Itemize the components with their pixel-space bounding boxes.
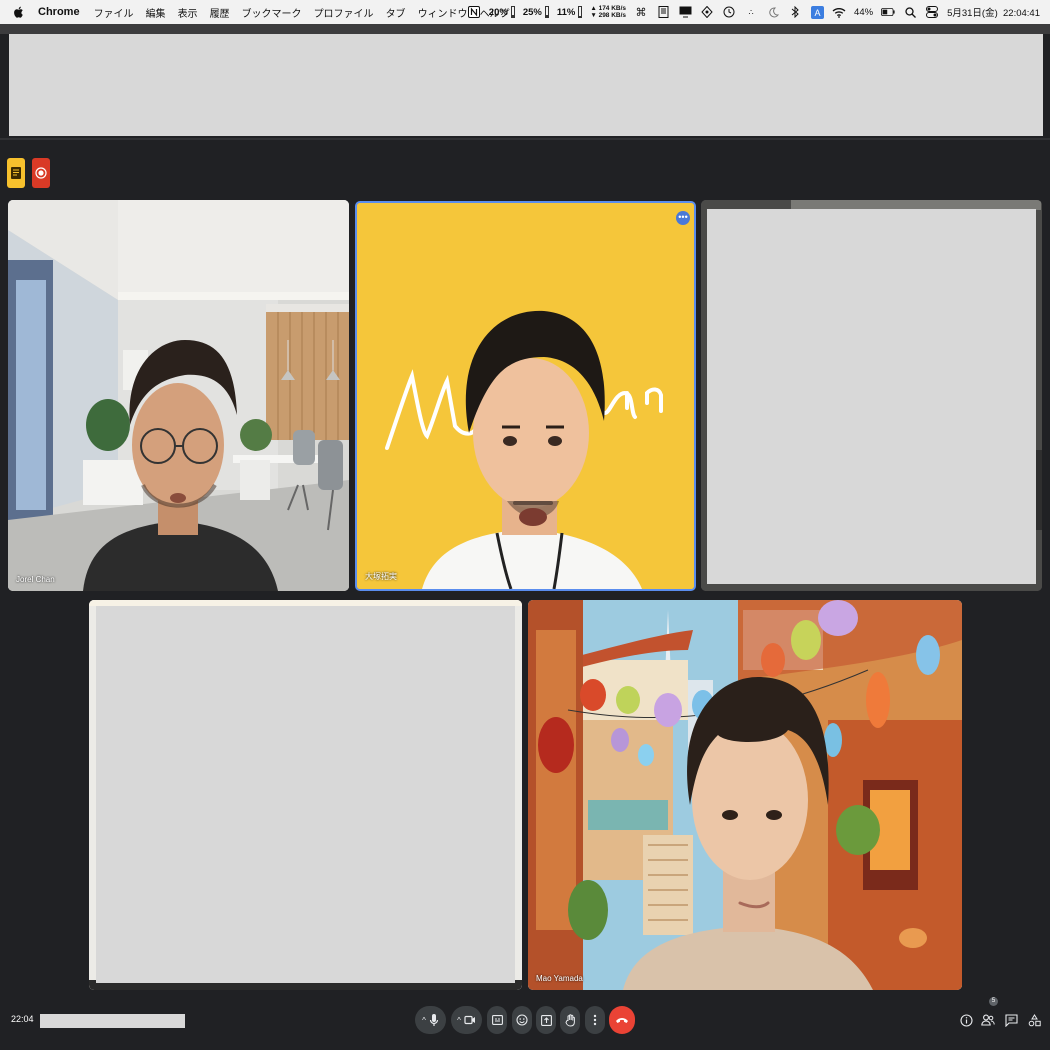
participant-video-5 bbox=[528, 600, 962, 990]
window-titlebar bbox=[0, 24, 1050, 34]
dots-icon[interactable]: ∴ bbox=[744, 5, 758, 19]
participant-tile-1[interactable]: Jorel Chan bbox=[8, 200, 349, 591]
recording-button[interactable] bbox=[32, 158, 50, 188]
participant-video-1 bbox=[8, 200, 349, 591]
document-icon[interactable] bbox=[656, 5, 670, 19]
command-icon[interactable]: ⌘ bbox=[634, 5, 648, 19]
captions-icon bbox=[491, 1015, 503, 1025]
activities-icon bbox=[1028, 1013, 1041, 1026]
disk-value: 11% bbox=[556, 6, 576, 18]
navigation-icon[interactable] bbox=[700, 5, 714, 19]
people-icon bbox=[981, 1014, 995, 1026]
menu-view[interactable]: 表示 bbox=[178, 5, 198, 20]
more-icon bbox=[593, 1014, 597, 1026]
info-icon bbox=[959, 1013, 973, 1027]
participant-tile-5[interactable]: Mao Yamada bbox=[528, 600, 962, 990]
redacted-browser-header bbox=[9, 34, 1043, 136]
net-up: ▲ 174 KB/s bbox=[590, 5, 627, 12]
disk-bar bbox=[578, 6, 583, 18]
raise-hand-icon bbox=[564, 1013, 575, 1027]
app-name[interactable]: Chrome bbox=[38, 6, 80, 18]
mic-icon bbox=[429, 1014, 438, 1026]
control-center-icon[interactable] bbox=[925, 5, 939, 19]
tile-more-options-button[interactable]: ••• bbox=[676, 211, 690, 225]
participant-tile-3[interactable] bbox=[701, 200, 1042, 591]
notes-icon bbox=[11, 167, 21, 179]
reactions-button[interactable] bbox=[512, 1006, 532, 1034]
menu-bookmarks[interactable]: ブックマーク bbox=[242, 5, 302, 20]
captions-button[interactable] bbox=[487, 1006, 507, 1034]
microphone-toggle[interactable]: ^ bbox=[415, 1006, 446, 1034]
people-button[interactable] bbox=[980, 1012, 996, 1028]
menu-bar: Chrome ファイル 編集 表示 履歴 ブックマーク プロファイル タブ ウィ… bbox=[0, 0, 1050, 24]
participant-tile-4[interactable] bbox=[89, 600, 522, 990]
meeting-details-button[interactable] bbox=[958, 1012, 974, 1028]
notion-icon[interactable] bbox=[467, 5, 481, 19]
participant-name-1: Jorel Chan bbox=[16, 575, 55, 584]
participant-name-2: 大塚拓実 bbox=[365, 572, 397, 581]
network-stat[interactable]: ▲ 174 KB/s ▼ 298 KB/s bbox=[590, 5, 626, 19]
cpu-bar bbox=[510, 6, 515, 18]
mic-options-caret-icon[interactable]: ^ bbox=[422, 1016, 426, 1025]
record-icon bbox=[35, 167, 47, 179]
input-source-icon[interactable]: A bbox=[810, 5, 824, 19]
menu-extras: 20% 25% 11% ▲ 174 KB/s ▼ 298 KB/s ⌘ ∴ A 4… bbox=[467, 0, 1040, 24]
menu-window[interactable]: ウィンドウ bbox=[418, 5, 468, 20]
meeting-clock: 22:04 bbox=[11, 1014, 34, 1024]
camera-icon bbox=[464, 1015, 475, 1025]
redacted-video-4 bbox=[96, 606, 515, 983]
participant-name-5: Mao Yamada bbox=[536, 974, 583, 983]
memory-bar bbox=[544, 6, 549, 18]
redacted-video-3 bbox=[707, 209, 1036, 584]
memory-value: 25% bbox=[522, 6, 542, 18]
disk-stat[interactable]: 11% bbox=[557, 6, 583, 18]
svg-text:A: A bbox=[814, 8, 820, 18]
menu-clock[interactable]: 5月31日(金) 22:04:41 bbox=[947, 5, 1040, 19]
battery-icon[interactable] bbox=[881, 5, 895, 19]
wifi-icon[interactable] bbox=[832, 5, 846, 19]
participant-tile-2[interactable]: ••• 大塚拓実 bbox=[355, 201, 696, 591]
cpu-stat[interactable]: 20% bbox=[489, 6, 515, 18]
present-screen-button[interactable] bbox=[536, 1006, 556, 1034]
redacted-meeting-code bbox=[40, 1014, 185, 1028]
participant-count-badge: 5 bbox=[989, 997, 998, 1006]
memory-stat[interactable]: 25% bbox=[523, 6, 549, 18]
activities-button[interactable] bbox=[1026, 1012, 1042, 1028]
time-machine-icon[interactable] bbox=[722, 5, 736, 19]
present-icon bbox=[540, 1014, 552, 1026]
cpu-value: 20% bbox=[488, 6, 508, 18]
chat-icon bbox=[1004, 1013, 1018, 1027]
camera-options-caret-icon[interactable]: ^ bbox=[457, 1016, 461, 1025]
more-options-button[interactable] bbox=[585, 1006, 605, 1034]
meeting-notes-button[interactable] bbox=[7, 158, 25, 188]
display-icon[interactable] bbox=[678, 5, 692, 19]
menu-edit[interactable]: 編集 bbox=[146, 5, 166, 20]
battery-percent[interactable]: 44% bbox=[854, 7, 873, 18]
leave-call-button[interactable] bbox=[609, 1006, 635, 1034]
bluetooth-icon[interactable] bbox=[788, 5, 802, 19]
menu-profiles[interactable]: プロファイル bbox=[314, 5, 374, 20]
hangup-icon bbox=[616, 1018, 628, 1023]
menu-tab[interactable]: タブ bbox=[386, 5, 406, 20]
net-down: ▼ 298 KB/s bbox=[590, 12, 627, 19]
emoji-icon bbox=[516, 1014, 528, 1026]
camera-toggle[interactable]: ^ bbox=[451, 1006, 482, 1034]
apple-icon[interactable] bbox=[12, 5, 26, 19]
raise-hand-button[interactable] bbox=[560, 1006, 580, 1034]
window-divider bbox=[0, 138, 1050, 140]
participant-video-2 bbox=[357, 203, 694, 589]
menu-history[interactable]: 履歴 bbox=[210, 5, 230, 20]
menu-file[interactable]: ファイル bbox=[94, 5, 134, 20]
focus-moon-icon[interactable] bbox=[766, 5, 780, 19]
chat-button[interactable] bbox=[1003, 1012, 1019, 1028]
spotlight-icon[interactable] bbox=[903, 5, 917, 19]
